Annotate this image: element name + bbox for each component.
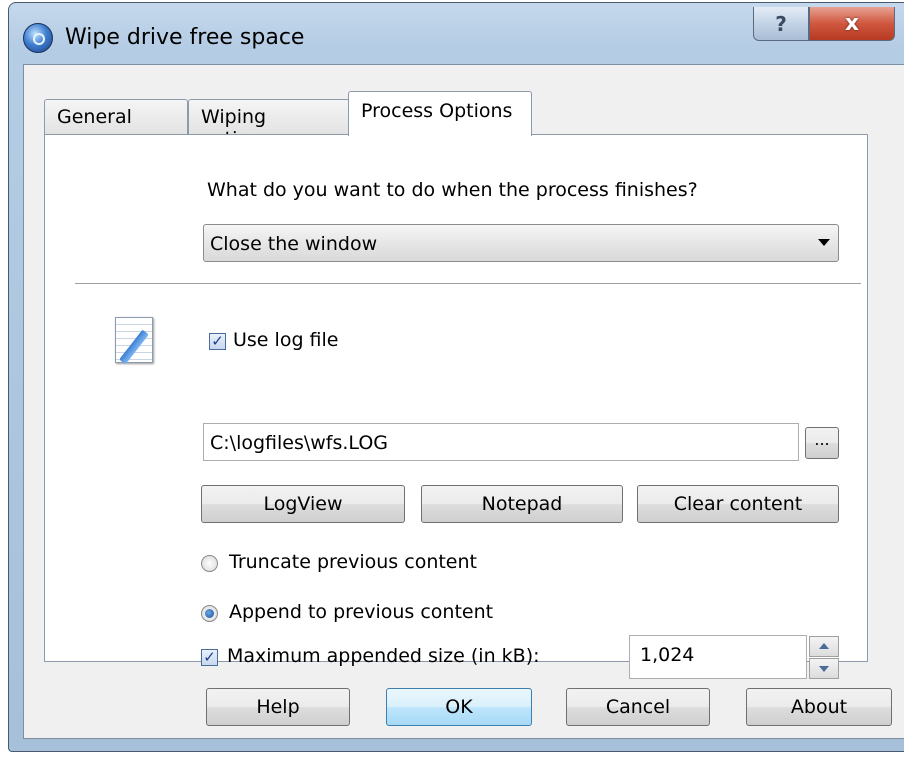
- tab-process-options[interactable]: Process Options: [348, 91, 532, 136]
- dialog-window: Wipe drive free space ? x General Wiping…: [8, 2, 904, 752]
- max-size-input[interactable]: 1,024: [629, 635, 807, 679]
- clear-content-button[interactable]: Clear content: [637, 485, 839, 523]
- dropdown-arrow-icon: [818, 239, 830, 246]
- finish-question-label: What do you want to do when the process …: [207, 179, 698, 201]
- ok-button[interactable]: OK: [386, 688, 532, 726]
- log-file-icon: [115, 317, 153, 363]
- cancel-button[interactable]: Cancel: [566, 688, 710, 726]
- append-label[interactable]: Append to previous content: [229, 601, 493, 623]
- append-radio[interactable]: [201, 605, 218, 622]
- browse-button[interactable]: ...: [805, 427, 839, 459]
- max-size-checkbox[interactable]: ✓: [201, 649, 218, 666]
- window-title: Wipe drive free space: [65, 25, 305, 50]
- process-options-panel: What do you want to do when the process …: [44, 134, 868, 679]
- log-path-input[interactable]: C:\logfiles\wfs.LOG: [203, 423, 799, 461]
- finish-action-select[interactable]: Close the window: [203, 224, 839, 262]
- about-button[interactable]: About: [746, 688, 892, 726]
- use-log-file-checkbox[interactable]: ✓: [209, 333, 226, 350]
- use-log-file-label[interactable]: Use log file: [233, 329, 338, 351]
- title-bar[interactable]: Wipe drive free space ? x: [9, 3, 904, 65]
- truncate-radio[interactable]: [201, 555, 218, 572]
- app-icon: [23, 23, 53, 53]
- max-size-label[interactable]: Maximum appended size (in kB):: [227, 645, 540, 667]
- section-divider: [75, 283, 861, 284]
- tab-general[interactable]: General: [44, 99, 188, 135]
- notepad-button[interactable]: Notepad: [421, 485, 623, 523]
- finish-action-value: Close the window: [210, 233, 378, 255]
- log-path-value: C:\logfiles\wfs.LOG: [210, 432, 389, 454]
- truncate-label[interactable]: Truncate previous content: [229, 551, 477, 573]
- dialog-client-area: General Wiping options Process Options W…: [23, 64, 904, 739]
- logview-button[interactable]: LogView: [201, 485, 405, 523]
- close-button[interactable]: x: [809, 7, 895, 41]
- help-caption-button[interactable]: ?: [753, 7, 809, 41]
- tab-wiping-options[interactable]: Wiping options: [188, 99, 350, 150]
- spin-down-arrow-icon[interactable]: [809, 658, 839, 679]
- spin-up-arrow-icon[interactable]: [809, 636, 839, 657]
- max-size-value: 1,024: [640, 644, 695, 666]
- help-button[interactable]: Help: [206, 688, 350, 726]
